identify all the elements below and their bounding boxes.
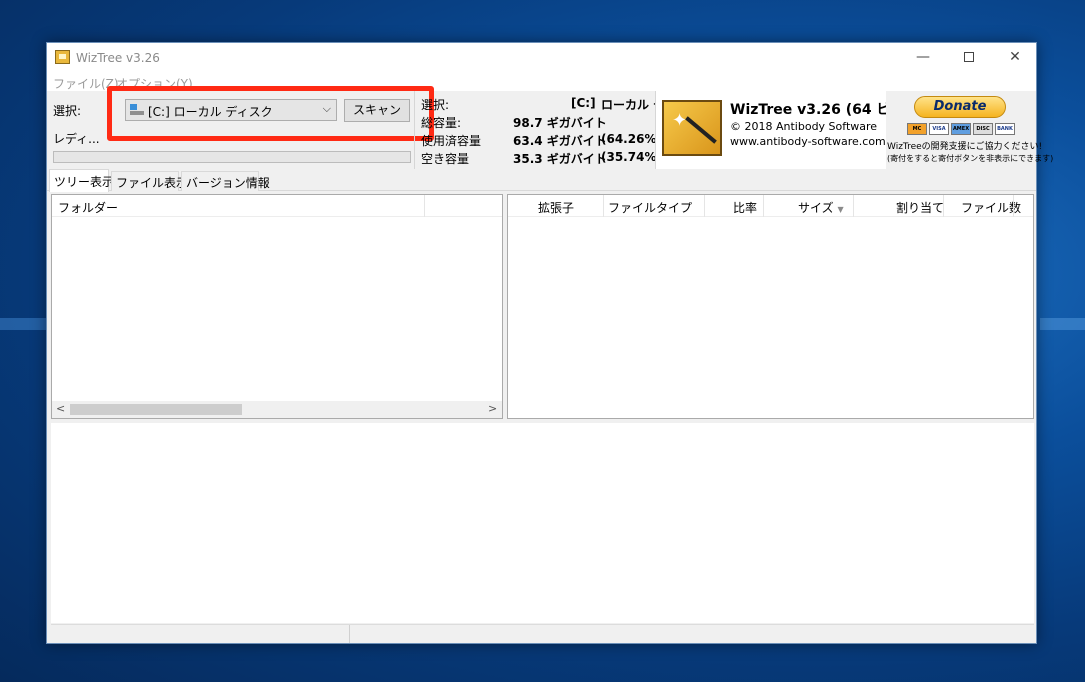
- extension-list[interactable]: 拡張子 ファイルタイプ 比率 サイズ ▼ 割り当て ファイル数: [507, 194, 1034, 419]
- divider: [414, 91, 415, 169]
- status-divider: [349, 625, 350, 643]
- brand-url[interactable]: www.antibody-software.com: [730, 135, 886, 148]
- view-tabs: ツリー表示 ファイル表示 バージョン情報: [47, 169, 1036, 192]
- total-label: 総容量:: [421, 116, 462, 130]
- payment-cards: MC VISA AMEX DISC BANK: [907, 123, 1017, 135]
- column-size-label: サイズ: [798, 201, 834, 215]
- brand-panel[interactable]: ✦ WizTree v3.26 (64 ビット © 2018 Antibody …: [656, 91, 886, 169]
- wiztree-app-icon: [55, 50, 70, 64]
- donate-note: (寄付をすると寄付ボタンを非表示にできます): [887, 154, 1054, 163]
- wiztree-window: WizTree v3.26 — ✕ ファイル(Z) オプション(Y) 選択: […: [46, 42, 1054, 644]
- scan-panel: 選択: [C:] ローカル ディスク ⌵ スキャン レディ... 選択: [C:]…: [47, 86, 1054, 169]
- column-divider: [943, 195, 944, 217]
- title-bar[interactable]: WizTree v3.26 — ✕: [47, 43, 1036, 73]
- scroll-left-icon[interactable]: <: [56, 402, 65, 415]
- column-divider: [763, 195, 764, 217]
- sort-descending-icon: ▼: [837, 205, 844, 214]
- amex-icon: AMEX: [951, 123, 971, 135]
- column-divider: [603, 195, 604, 217]
- maximize-button[interactable]: [946, 43, 992, 73]
- brand-copyright: © 2018 Antibody Software: [730, 120, 878, 133]
- extension-column-header: 拡張子 ファイルタイプ 比率 サイズ ▼ 割り当て ファイル数: [508, 195, 1033, 217]
- scroll-right-icon[interactable]: >: [488, 402, 497, 415]
- donate-button[interactable]: Donate: [914, 96, 1006, 118]
- treemap-area[interactable]: [51, 423, 1034, 623]
- column-file-type[interactable]: ファイルタイプ: [608, 199, 692, 216]
- window-title: WizTree v3.26: [76, 51, 160, 65]
- tab-tree-view[interactable]: ツリー表示: [49, 169, 114, 192]
- wallpaper-light-streak: [0, 318, 46, 330]
- status-text: レディ...: [53, 132, 100, 146]
- column-divider: [853, 195, 854, 217]
- tab-version-info[interactable]: バージョン情報: [181, 171, 270, 191]
- sparkle-icon: ✦: [672, 110, 688, 131]
- tree-column-header: フォルダー: [52, 195, 502, 217]
- column-divider: [1013, 195, 1014, 217]
- discover-icon: DISC: [973, 123, 993, 135]
- total-value: 98.7 ギガバイト: [513, 116, 607, 130]
- column-divider: [424, 195, 425, 217]
- minimize-button[interactable]: —: [900, 43, 946, 73]
- visa-icon: VISA: [929, 123, 949, 135]
- column-extension[interactable]: 拡張子: [538, 199, 574, 216]
- brand-title: WizTree v3.26 (64 ビット: [730, 102, 886, 118]
- maximize-icon: [964, 52, 974, 62]
- column-folder[interactable]: フォルダー: [58, 199, 118, 216]
- column-file-count[interactable]: ファイル数: [961, 199, 1021, 216]
- info-select-label: 選択:: [421, 98, 450, 112]
- column-size[interactable]: サイズ ▼: [798, 199, 844, 216]
- free-percent: (35.74%): [601, 150, 662, 164]
- used-percent: (64.26%): [601, 132, 662, 146]
- free-label: 空き容量: [421, 152, 470, 166]
- mastercard-icon: MC: [907, 123, 927, 135]
- highlight-annotation-box: [107, 86, 434, 141]
- donate-panel: Donate MC VISA AMEX DISC BANK WizTreeの開発…: [887, 93, 1054, 167]
- horizontal-scrollbar[interactable]: < >: [52, 401, 502, 418]
- folder-tree-list[interactable]: フォルダー < >: [51, 194, 503, 419]
- drive-select-label: 選択:: [53, 104, 82, 118]
- column-ratio[interactable]: 比率: [733, 199, 757, 216]
- used-label: 使用済容量: [421, 134, 482, 148]
- wallpaper-light-streak: [1040, 318, 1085, 330]
- column-divider: [704, 195, 705, 217]
- status-bar: [51, 624, 1034, 643]
- used-value: 63.4 ギガバイト: [513, 134, 607, 148]
- bank-icon: BANK: [995, 123, 1015, 135]
- close-button[interactable]: ✕: [992, 43, 1038, 73]
- wiztree-logo: ✦: [662, 100, 722, 156]
- free-value: 35.3 ギガバイト: [513, 152, 607, 166]
- scan-progress-bar: [53, 151, 411, 163]
- column-allocated[interactable]: 割り当て: [896, 199, 944, 216]
- info-drive-letter: [C:]: [571, 96, 596, 110]
- scrollbar-thumb[interactable]: [70, 404, 242, 415]
- wand-icon: [685, 116, 717, 144]
- donate-message: WizTreeの開発支援にご協力ください!: [887, 142, 1043, 152]
- tab-file-view[interactable]: ファイル表示: [111, 171, 188, 191]
